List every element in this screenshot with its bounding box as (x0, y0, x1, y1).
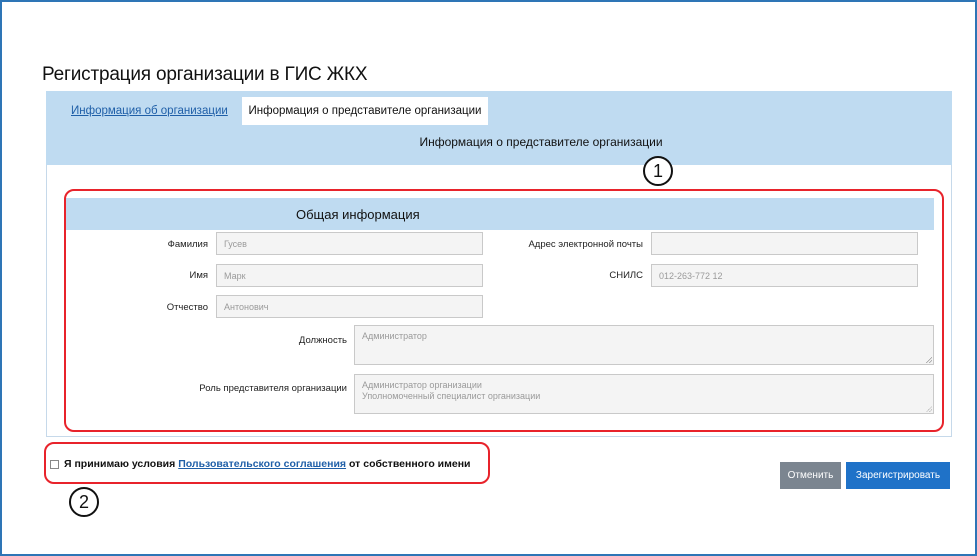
resize-handle-icon[interactable] (926, 406, 932, 412)
email-field[interactable] (651, 232, 918, 255)
position-value: Администратор (362, 331, 427, 341)
middle-name-label: Отчество (166, 302, 208, 313)
role-option-admin[interactable]: Администратор организации (362, 380, 482, 391)
register-button[interactable]: Зарегистрировать (846, 462, 950, 489)
last-name-field[interactable]: Гусев (216, 232, 483, 255)
window-frame: Регистрация организации в ГИС ЖКХ Информ… (0, 0, 977, 556)
email-label: Адрес электронной почты (528, 239, 643, 250)
agreement-checkbox[interactable] (50, 459, 59, 469)
callout-1: 1 (643, 156, 673, 186)
role-label: Роль представителя организации (199, 383, 347, 394)
agreement-row: Я принимаю условия Пользовательского сог… (50, 458, 471, 470)
section-title: Информация о представителе организации (46, 135, 952, 149)
resize-handle-icon[interactable] (926, 357, 932, 363)
user-agreement-link[interactable]: Пользовательского соглашения (178, 458, 346, 470)
agreement-text-after: от собственного имени (349, 458, 471, 470)
tab-representative-info[interactable]: Информация о представителе организации (242, 97, 488, 125)
role-listbox[interactable]: Администратор организации Уполномоченный… (354, 374, 934, 414)
tab-organization-info[interactable]: Информация об организации (71, 105, 228, 117)
group-header: Общая информация (64, 198, 934, 230)
snils-field[interactable]: 012-263-772 12 (651, 264, 918, 287)
callout-2: 2 (69, 487, 99, 517)
agreement-text-before: Я принимаю условия (64, 458, 176, 470)
last-name-label: Фамилия (167, 239, 208, 250)
role-option-specialist[interactable]: Уполномоченный специалист организации (362, 391, 540, 402)
tabs-bar: Информация об организации Информация о п… (46, 91, 952, 165)
group-title: Общая информация (296, 206, 420, 222)
middle-name-field[interactable]: Антонович (216, 295, 483, 318)
page-title: Регистрация организации в ГИС ЖКХ (42, 64, 368, 85)
first-name-label: Имя (189, 270, 208, 281)
cancel-button[interactable]: Отменить (780, 462, 841, 489)
position-textarea[interactable]: Администратор (354, 325, 934, 365)
position-label: Должность (298, 335, 347, 346)
section-title-text: Информация о представителе организации (419, 135, 663, 149)
snils-label: СНИЛС (609, 270, 643, 281)
first-name-field[interactable]: Марк (216, 264, 483, 287)
